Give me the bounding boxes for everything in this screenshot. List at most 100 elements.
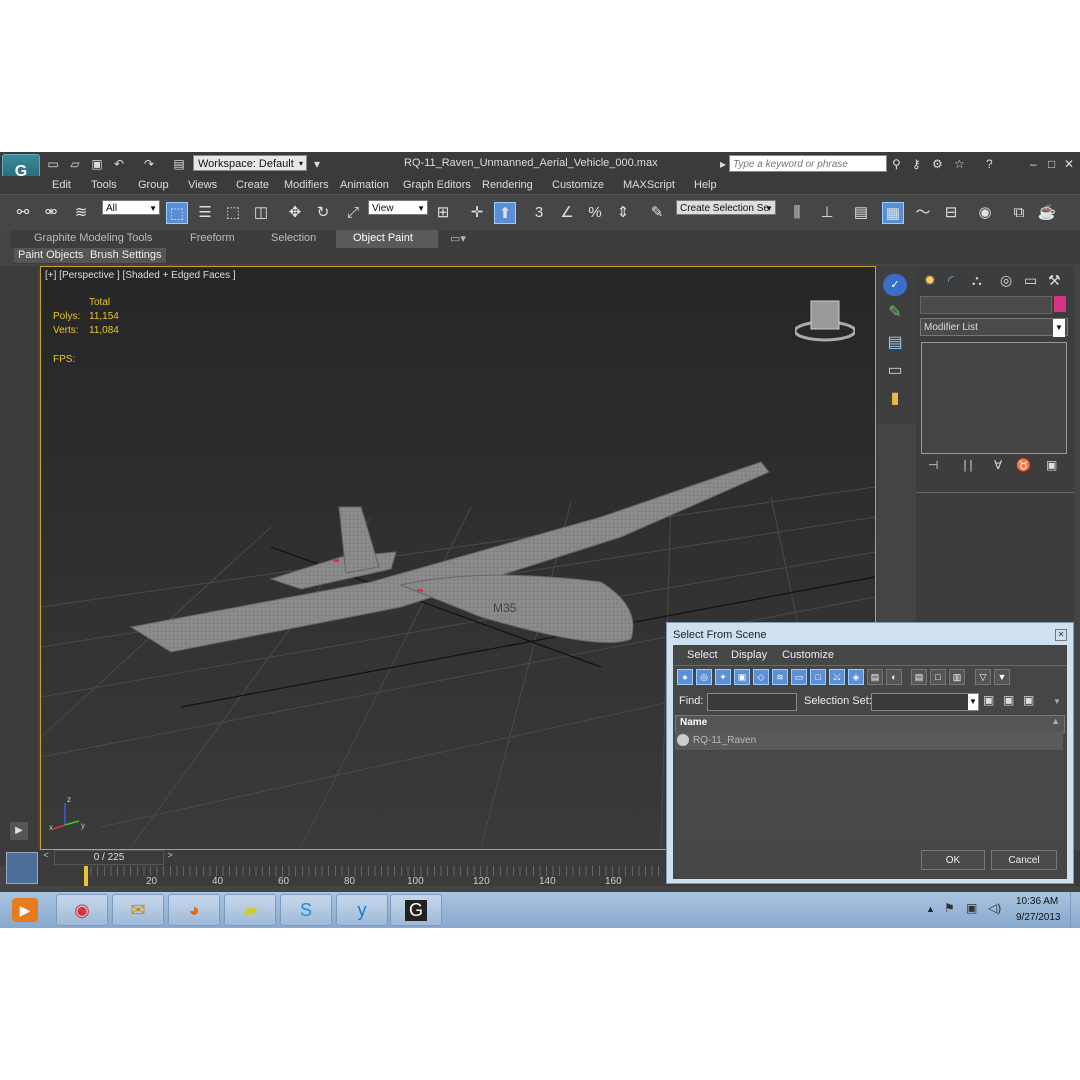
sticky-notes-icon[interactable]: ▰ <box>224 894 276 926</box>
select-and-scale-icon[interactable]: ⤢ <box>342 202 364 224</box>
remove-modifier-icon[interactable]: ♉ <box>1016 458 1031 472</box>
menu-create[interactable]: Create <box>236 179 269 191</box>
skype-icon[interactable]: S <box>280 894 332 926</box>
select-and-link-icon[interactable]: ⚯ <box>12 202 34 224</box>
utilities-icon[interactable]: ▮ <box>883 388 907 410</box>
minimize-icon[interactable]: – <box>1030 157 1037 171</box>
edit-named-selection-icon[interactable]: ✎ <box>646 202 668 224</box>
network-icon[interactable]: ▣ <box>966 901 977 915</box>
configure-sets-icon[interactable]: ▣ <box>1046 458 1057 472</box>
mirror-icon[interactable]: ⫼ <box>786 202 808 224</box>
utilities-tab-icon[interactable]: ⚒ <box>1048 272 1061 289</box>
display-groups-icon[interactable]: ▭ <box>791 669 807 685</box>
display-xrefs-icon[interactable]: □ <box>810 669 826 685</box>
named-selection-set-dropdown[interactable]: Create Selection Se ▼ <box>676 200 776 215</box>
show-end-result-icon[interactable]: ∣∣ <box>962 458 974 472</box>
display-helpers-icon[interactable]: ◇ <box>753 669 769 685</box>
object-color-swatch[interactable] <box>1054 296 1066 312</box>
selection-set-dropdown[interactable]: ▼ <box>871 693 979 711</box>
reference-coordinate-dropdown[interactable]: View ▼ <box>368 200 428 215</box>
clock-date[interactable]: 9/27/2013 <box>1016 912 1061 923</box>
snaps-toggle-icon[interactable]: 3 <box>528 202 550 224</box>
select-and-move-icon[interactable]: ✥ <box>284 202 306 224</box>
volume-icon[interactable]: ◁) <box>988 901 1001 915</box>
render-window-icon[interactable]: ▤ <box>883 332 907 354</box>
render-setup-icon[interactable]: ⧉ <box>1008 202 1030 224</box>
firefox-icon[interactable]: ◕ <box>168 894 220 926</box>
timeline-prev-icon[interactable]: < <box>40 850 52 863</box>
workspace-options-icon[interactable]: ▾ <box>310 157 324 171</box>
make-unique-icon[interactable]: ∀ <box>994 458 1002 472</box>
display-lights-icon[interactable]: ✦ <box>715 669 731 685</box>
outlook-icon[interactable]: ✉ <box>112 894 164 926</box>
frame-counter[interactable]: 0 / 225 <box>54 850 164 865</box>
new-file-icon[interactable]: ▭ <box>46 157 60 171</box>
unlink-icon[interactable]: ⚮ <box>40 202 62 224</box>
bind-space-warp-icon[interactable]: ≋ <box>70 202 92 224</box>
select-and-rotate-icon[interactable]: ↻ <box>312 202 334 224</box>
3ds-max-icon[interactable]: G <box>390 894 442 926</box>
create-tab-icon[interactable]: ✹ <box>924 272 936 289</box>
align-icon[interactable]: ⊥ <box>816 202 838 224</box>
ok-button[interactable]: OK <box>921 850 985 870</box>
select-and-manipulate-icon[interactable]: ✛ <box>466 202 488 224</box>
clock-time[interactable]: 10:36 AM <box>1016 896 1058 907</box>
select-object-button[interactable]: ⬚ <box>166 202 188 224</box>
menu-group[interactable]: Group <box>138 179 169 191</box>
select-all-icon[interactable]: ▤ <box>911 669 927 685</box>
spinner-snap-icon[interactable]: ⇕ <box>612 202 634 224</box>
display-shapes-icon[interactable]: ◎ <box>696 669 712 685</box>
subtab-brush-settings[interactable]: Brush Settings <box>86 248 166 263</box>
rectangular-selection-icon[interactable]: ⬚ <box>222 202 244 224</box>
dialog-menu-customize[interactable]: Customize <box>782 649 834 661</box>
menu-edit[interactable]: Edit <box>52 179 71 191</box>
subtab-paint-objects[interactable]: Paint Objects <box>14 248 88 263</box>
hierarchy-tab-icon[interactable]: ⛬ <box>972 272 982 289</box>
find-input[interactable] <box>707 693 797 711</box>
exchange-icon[interactable]: ⚙ <box>932 157 943 171</box>
menu-animation[interactable]: Animation <box>340 179 389 191</box>
create-selection-set-icon[interactable]: ▣ <box>983 693 994 707</box>
layer-manager-icon[interactable]: ▤ <box>850 202 872 224</box>
open-file-icon[interactable]: ▱ <box>68 157 82 171</box>
viewport-label[interactable]: [+] [Perspective ] [Shaded + Edged Faces… <box>45 270 236 281</box>
schematic-view-icon[interactable]: ⊟ <box>940 202 962 224</box>
info-center-arrow-icon[interactable]: ▸ <box>716 157 730 171</box>
favorites-star-icon[interactable]: ☆ <box>954 157 965 171</box>
tray-expand-icon[interactable]: ▲ <box>926 904 935 914</box>
object-name-input[interactable] <box>920 296 1052 314</box>
menu-maxscript[interactable]: MAXScript <box>623 179 675 191</box>
project-folder-icon[interactable]: ▤ <box>172 157 186 171</box>
key-icon[interactable]: ⚷ <box>912 157 921 171</box>
filter-icon[interactable]: ▽ <box>975 669 991 685</box>
percent-snap-icon[interactable]: % <box>584 202 606 224</box>
graphite-ribbon-toggle-button[interactable]: ▦ <box>882 202 904 224</box>
display-space-warps-icon[interactable]: ≋ <box>772 669 788 685</box>
close-icon[interactable]: ✕ <box>1064 157 1074 171</box>
select-none-icon[interactable]: □ <box>930 669 946 685</box>
select-invert-icon[interactable]: ▥ <box>949 669 965 685</box>
menu-modifiers[interactable]: Modifiers <box>284 179 329 191</box>
tab-graphite-modeling-tools[interactable]: Graphite Modeling Tools <box>34 232 152 244</box>
redo-icon[interactable]: ↷ <box>142 157 156 171</box>
menu-rendering[interactable]: Rendering <box>482 179 533 191</box>
dialog-expand-icon[interactable]: ▼ <box>1053 697 1061 706</box>
timeline-next-icon[interactable]: > <box>164 850 176 863</box>
display-bones-icon[interactable]: ⤩ <box>829 669 845 685</box>
paint-icon[interactable]: ✎ <box>883 302 907 326</box>
help-icon[interactable]: ? <box>986 157 993 171</box>
display-containers-icon[interactable]: ◈ <box>848 669 864 685</box>
menu-tools[interactable]: Tools <box>91 179 117 191</box>
tab-selection[interactable]: Selection <box>271 232 316 244</box>
yammer-icon[interactable]: y <box>336 894 388 926</box>
dialog-menu-display[interactable]: Display <box>731 649 767 661</box>
dialog-menu-select[interactable]: Select <box>687 649 718 661</box>
search-input[interactable]: Type a keyword or phrase <box>729 155 887 172</box>
pin-stack-icon[interactable]: ⊣ <box>928 458 938 472</box>
display-frozen-icon[interactable]: ▤ <box>867 669 883 685</box>
show-desktop-button[interactable] <box>1070 892 1080 928</box>
timeline-track[interactable] <box>84 866 664 876</box>
action-center-icon[interactable]: ⚑ <box>944 901 955 915</box>
filter-options-icon[interactable]: ▼ <box>994 669 1010 685</box>
viewcube-icon[interactable] <box>793 295 857 343</box>
